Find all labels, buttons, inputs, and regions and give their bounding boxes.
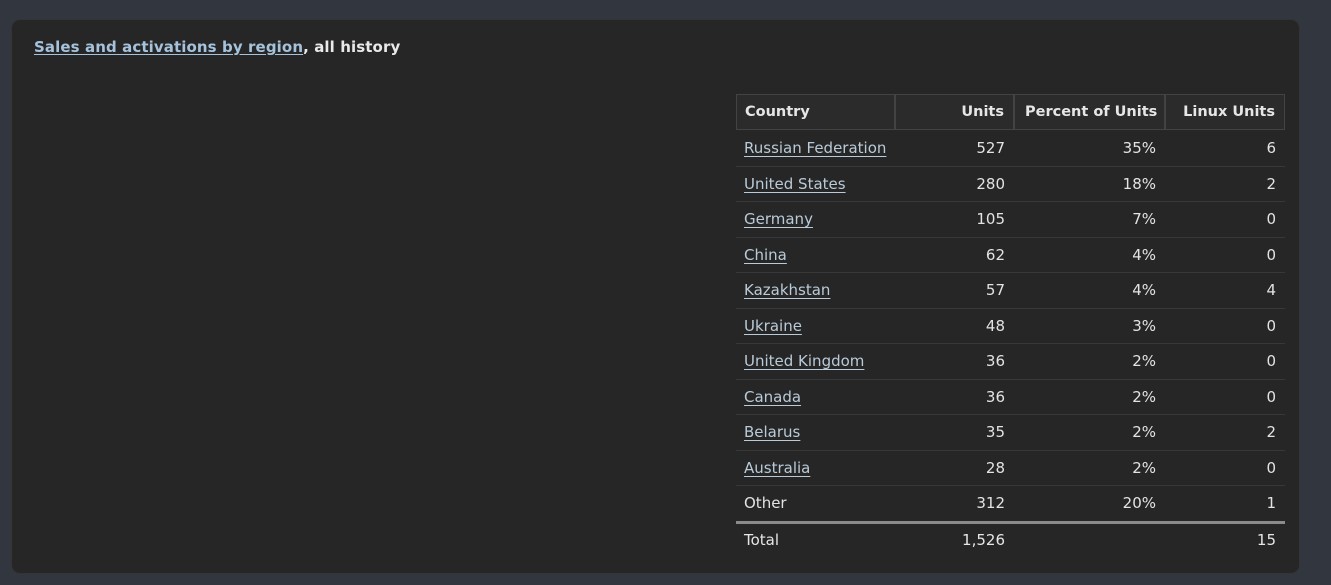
- table-row: United States 280 18% 2: [736, 165, 1285, 202]
- cell-country: Russian Federation: [736, 130, 895, 166]
- country-link[interactable]: Australia: [744, 459, 810, 477]
- cell-units: 57: [895, 272, 1014, 308]
- cell-linux: 0: [1165, 343, 1285, 379]
- cell-percent: 4%: [1014, 272, 1165, 308]
- cell-country: Belarus: [736, 414, 895, 450]
- column-header-percent-of-units[interactable]: Percent of Units: [1014, 94, 1165, 130]
- column-header-units[interactable]: Units: [895, 94, 1014, 130]
- table-body: Russian Federation 527 35% 6 United States 28…: [736, 130, 1285, 556]
- region-table-container: Country Units Percent of Units Linux Uni…: [736, 94, 1285, 556]
- cell-percent: 2%: [1014, 449, 1165, 486]
- cell-country: Kazakhstan: [736, 272, 895, 308]
- cell-percent: 4%: [1014, 236, 1165, 273]
- cell-units: 62: [895, 236, 1014, 273]
- region-table: Country Units Percent of Units Linux Uni…: [736, 94, 1285, 556]
- country-link[interactable]: Canada: [744, 388, 801, 406]
- cell-country: Germany: [736, 201, 895, 237]
- table-row: Other 312 20% 1: [736, 485, 1285, 521]
- panel-title-suffix: , all history: [303, 38, 401, 56]
- table-row: Kazakhstan 57 4% 4: [736, 272, 1285, 308]
- cell-linux: 0: [1165, 307, 1285, 344]
- cell-percent: 2%: [1014, 378, 1165, 415]
- panel-title: Sales and activations by region, all his…: [34, 38, 400, 56]
- country-label: Other: [744, 494, 787, 513]
- cell-linux: 4: [1165, 272, 1285, 308]
- cell-linux: 0: [1165, 378, 1285, 415]
- table-header-row: Country Units Percent of Units Linux Uni…: [736, 94, 1285, 130]
- panel-title-link[interactable]: Sales and activations by region: [34, 38, 303, 56]
- cell-total-linux: 15: [1165, 520, 1285, 557]
- report-panel: Sales and activations by region, all his…: [11, 19, 1300, 574]
- cell-units: 105: [895, 201, 1014, 237]
- cell-units: 36: [895, 378, 1014, 415]
- cell-units: 48: [895, 307, 1014, 344]
- table-row: Canada 36 2% 0: [736, 378, 1285, 415]
- country-link[interactable]: China: [744, 246, 787, 264]
- country-link[interactable]: Russian Federation: [744, 139, 886, 157]
- country-link[interactable]: Kazakhstan: [744, 281, 830, 299]
- cell-country: Ukraine: [736, 307, 895, 344]
- table-row: Germany 105 7% 0: [736, 201, 1285, 237]
- cell-percent: 2%: [1014, 343, 1165, 379]
- column-header-country[interactable]: Country: [736, 94, 895, 130]
- cell-country: Other: [736, 485, 895, 521]
- country-link[interactable]: United States: [744, 175, 846, 193]
- cell-linux: 2: [1165, 165, 1285, 202]
- country-link[interactable]: Germany: [744, 210, 813, 228]
- cell-percent: 20%: [1014, 485, 1165, 521]
- cell-units: 280: [895, 165, 1014, 202]
- table-row: Russian Federation 527 35% 6: [736, 130, 1285, 166]
- cell-units: 312: [895, 485, 1014, 521]
- cell-linux: 6: [1266, 138, 1276, 157]
- cell-percent: 7%: [1014, 201, 1165, 237]
- cell-total-label: Total: [736, 520, 895, 557]
- country-link[interactable]: Belarus: [744, 423, 800, 441]
- cell-total-percent: [1014, 520, 1165, 557]
- cell-linux: 0: [1165, 201, 1285, 237]
- cell-linux: 2: [1165, 414, 1285, 450]
- table-row: Ukraine 48 3% 0: [736, 307, 1285, 344]
- cell-percent: 35%: [1122, 138, 1156, 157]
- cell-country: China: [736, 236, 895, 273]
- country-link[interactable]: United Kingdom: [744, 352, 864, 370]
- table-row: China 62 4% 0: [736, 236, 1285, 273]
- cell-country: United States: [736, 165, 895, 202]
- cell-total-units: 1,526: [895, 520, 1014, 557]
- cell-percent: 2%: [1014, 414, 1165, 450]
- table-row: Australia 28 2% 0: [736, 449, 1285, 486]
- cell-country: Canada: [736, 378, 895, 415]
- cell-units: 35: [895, 414, 1014, 450]
- cell-units: 527: [976, 138, 1005, 157]
- cell-percent: 18%: [1014, 165, 1165, 202]
- cell-percent: 3%: [1014, 307, 1165, 344]
- table-total-row: Total 1,526 15: [736, 520, 1285, 557]
- cell-units: 28: [895, 449, 1014, 486]
- cell-country: United Kingdom: [736, 343, 895, 379]
- table-row: United Kingdom 36 2% 0: [736, 343, 1285, 379]
- column-header-linux-units[interactable]: Linux Units: [1165, 94, 1285, 130]
- cell-linux: 0: [1165, 236, 1285, 273]
- table-header: Country Units Percent of Units Linux Uni…: [736, 94, 1285, 130]
- cell-units: 36: [895, 343, 1014, 379]
- table-row: Belarus 35 2% 2: [736, 414, 1285, 450]
- country-link[interactable]: Ukraine: [744, 317, 802, 335]
- cell-linux: 1: [1165, 485, 1285, 521]
- cell-country: Australia: [736, 449, 895, 486]
- cell-linux: 0: [1165, 449, 1285, 486]
